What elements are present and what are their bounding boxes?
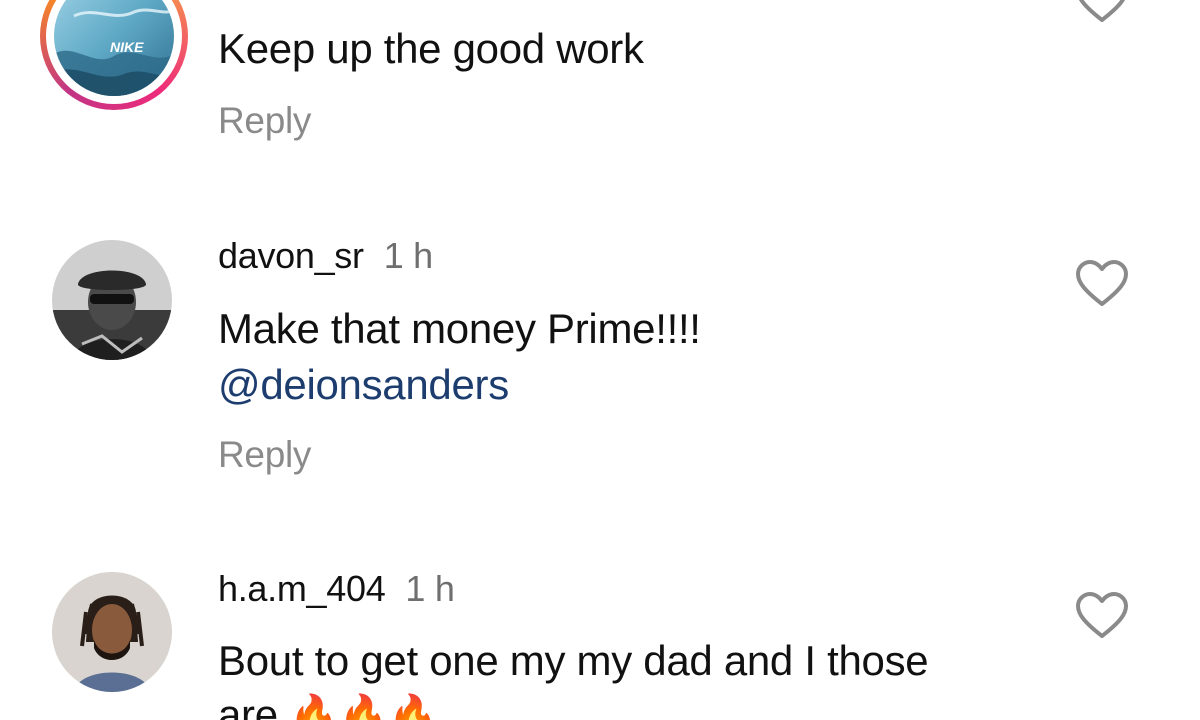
comment-meta: h.a.m_404 1 h [218,568,455,610]
mention-link[interactable]: @deionsanders [218,356,509,414]
comment-text: Bout to get one my my dad and I those [218,637,929,684]
comment-meta: davon_sr 1 h [218,235,433,277]
avatar[interactable] [52,240,172,360]
avatar[interactable] [52,572,172,692]
comment-text: Make that money Prime!!!! [218,305,701,352]
heart-outline-icon[interactable] [1074,590,1130,642]
timestamp: 1 h [405,568,455,609]
avatar-logo-text: NIKE [110,39,144,55]
story-ring[interactable]: NIKE [40,0,188,110]
fire-emoji: 🔥🔥🔥 [289,694,438,720]
comment-item: h.a.m_404 1 h Bout to get one my my dad a… [0,562,1200,720]
comment-text-line2: are [218,691,278,720]
comments-feed: NIKE Keep up the good work Reply davon_s… [0,0,1200,720]
timestamp: 1 h [383,235,433,276]
comment-text-continued: are 🔥🔥🔥 [218,686,438,720]
heart-outline-icon[interactable] [1074,0,1130,26]
reply-button[interactable]: Reply [218,434,311,476]
comment-text: Keep up the good work [218,25,644,72]
comment-item: NIKE Keep up the good work Reply [0,0,1200,180]
username[interactable]: h.a.m_404 [218,568,386,609]
comment-item: davon_sr 1 h Make that money Prime!!!! @d… [0,230,1200,490]
heart-outline-icon[interactable] [1074,258,1130,310]
reply-button[interactable]: Reply [218,100,311,142]
username[interactable]: davon_sr [218,235,364,276]
